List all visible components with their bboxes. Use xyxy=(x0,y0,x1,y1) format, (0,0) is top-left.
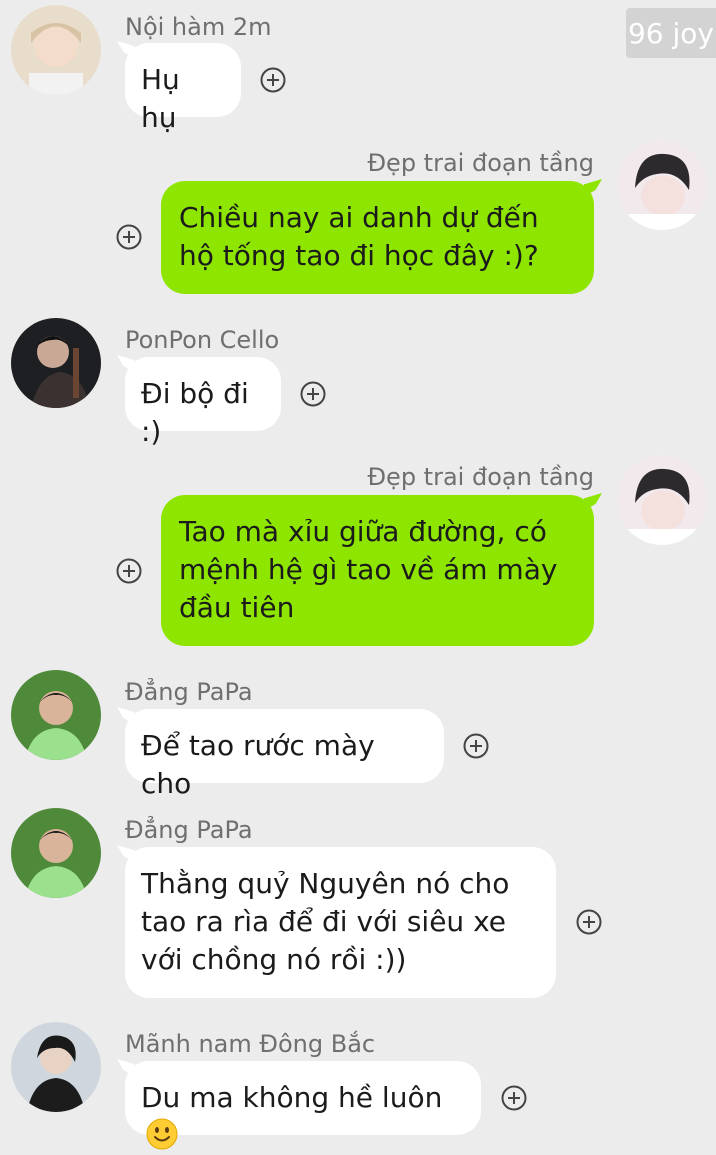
avatar[interactable] xyxy=(11,5,101,95)
plus-circle-icon xyxy=(501,1085,527,1111)
plus-circle-icon xyxy=(463,733,489,759)
sender-name: Mãnh nam Đông Bắc xyxy=(125,1030,376,1058)
message-text: Đi bộ đi :) xyxy=(141,377,249,448)
avatar[interactable] xyxy=(617,455,707,545)
add-reaction-button[interactable] xyxy=(114,556,144,586)
avatar[interactable] xyxy=(11,318,101,408)
add-reaction-button[interactable] xyxy=(574,907,604,937)
watermark: 96 joy xyxy=(626,8,716,58)
message-text: Thằng quỷ Nguyên nó cho tao ra rìa để đi… xyxy=(141,867,510,976)
avatar-icon xyxy=(617,455,707,545)
sender-name: Đẹp trai đoạn tầng xyxy=(367,149,594,177)
avatar[interactable] xyxy=(617,140,707,230)
plus-circle-icon xyxy=(116,224,142,250)
avatar-icon xyxy=(11,318,101,408)
message-bubble[interactable]: Để tao rước mày cho xyxy=(117,707,444,800)
message-text: Tao mà xỉu giữa đường, có mệnh hệ gì tao… xyxy=(179,515,558,624)
sender-name: Đẳng PaPa xyxy=(125,816,253,844)
add-reaction-button[interactable] xyxy=(258,65,288,95)
sender-name: Đẹp trai đoạn tầng xyxy=(367,463,594,491)
plus-circle-icon xyxy=(260,67,286,93)
smiley-emoji-icon xyxy=(146,1118,178,1150)
add-reaction-button[interactable] xyxy=(461,731,491,761)
sender-name: PonPon Cello xyxy=(125,326,280,354)
message-bubble[interactable]: Du ma không hề luôn xyxy=(117,1059,481,1150)
avatar-icon xyxy=(617,140,707,230)
message-text: Chiều nay ai danh dự đến hộ tống tao đi … xyxy=(179,201,539,272)
add-reaction-button[interactable] xyxy=(114,222,144,252)
message-text: Để tao rước mày cho xyxy=(141,729,375,800)
sender-name: Nội hàm 2m xyxy=(125,13,272,41)
avatar-icon xyxy=(11,5,101,95)
avatar-icon xyxy=(11,1022,101,1112)
plus-circle-icon xyxy=(576,909,602,935)
avatar-icon xyxy=(11,808,101,898)
message-text: Hụ hụ xyxy=(141,63,180,134)
message-bubble[interactable]: Đi bộ đi :) xyxy=(117,355,281,448)
message-bubble[interactable]: Chiều nay ai danh dự đến hộ tống tao đi … xyxy=(161,179,602,294)
plus-circle-icon xyxy=(300,381,326,407)
sender-name: Đẳng PaPa xyxy=(125,678,253,706)
add-reaction-button[interactable] xyxy=(499,1083,529,1113)
message-bubble[interactable]: Tao mà xỉu giữa đường, có mệnh hệ gì tao… xyxy=(161,493,602,646)
message-bubble[interactable]: Hụ hụ xyxy=(117,41,241,134)
avatar[interactable] xyxy=(11,1022,101,1112)
message-bubble[interactable]: Thằng quỷ Nguyên nó cho tao ra rìa để đi… xyxy=(117,845,556,998)
message-text: Du ma không hề luôn xyxy=(141,1081,443,1114)
add-reaction-button[interactable] xyxy=(298,379,328,409)
avatar[interactable] xyxy=(11,808,101,898)
avatar-icon xyxy=(11,670,101,760)
avatar[interactable] xyxy=(11,670,101,760)
plus-circle-icon xyxy=(116,558,142,584)
